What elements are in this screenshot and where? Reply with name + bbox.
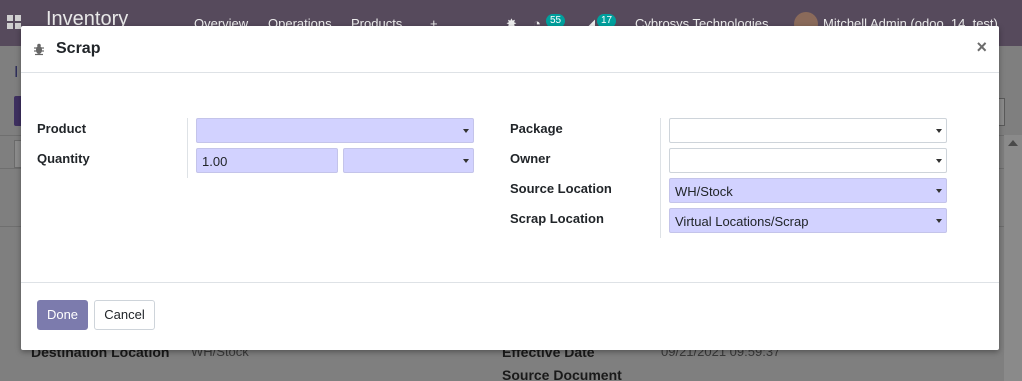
close-icon[interactable]: ×: [976, 38, 987, 56]
uom-select[interactable]: [343, 148, 474, 173]
dialog-title: Scrap: [56, 40, 101, 57]
owner-label: Owner: [510, 151, 551, 166]
dialog-footer: Done Cancel: [21, 282, 999, 350]
chevron-down-icon[interactable]: [936, 159, 942, 163]
scrap-location-label: Scrap Location: [510, 211, 604, 226]
background-right-control: [999, 98, 1005, 126]
source-document-label: Source Document: [502, 367, 622, 381]
scrollbar[interactable]: [1004, 135, 1022, 381]
breadcrumb: I: [14, 64, 19, 81]
scrap-location-select[interactable]: Virtual Locations/Scrap: [669, 208, 947, 233]
bug-icon: [34, 43, 44, 56]
chevron-down-icon[interactable]: [463, 129, 469, 133]
cancel-button[interactable]: Cancel: [94, 300, 155, 330]
package-label: Package: [510, 121, 563, 136]
field-separator: [187, 118, 188, 178]
product-label: Product: [37, 121, 87, 136]
quantity-input[interactable]: 1.00: [196, 148, 338, 173]
dialog-body: Product Quantity 1.00 Package Owner Sour…: [21, 74, 999, 282]
source-location-label: Source Location: [510, 181, 612, 196]
dialog-header: Scrap ×: [21, 26, 999, 73]
chevron-down-icon[interactable]: [936, 189, 942, 193]
apps-menu-icon[interactable]: [7, 15, 21, 29]
source-location-value: WH/Stock: [675, 184, 733, 199]
source-location-select[interactable]: WH/Stock: [669, 178, 947, 203]
chevron-down-icon[interactable]: [936, 219, 942, 223]
package-select[interactable]: [669, 118, 947, 143]
product-select[interactable]: [196, 118, 474, 143]
field-separator: [660, 118, 661, 238]
scroll-up-icon[interactable]: [1008, 140, 1018, 146]
chevron-down-icon[interactable]: [936, 129, 942, 133]
owner-select[interactable]: [669, 148, 947, 173]
scrap-dialog: Scrap × Product Quantity 1.00 Package Ow…: [21, 26, 999, 350]
chevron-down-icon[interactable]: [463, 159, 469, 163]
quantity-input-value: 1.00: [202, 154, 228, 169]
done-button[interactable]: Done: [37, 300, 88, 330]
quantity-label: Quantity: [37, 151, 90, 166]
scrap-location-value: Virtual Locations/Scrap: [675, 214, 809, 229]
